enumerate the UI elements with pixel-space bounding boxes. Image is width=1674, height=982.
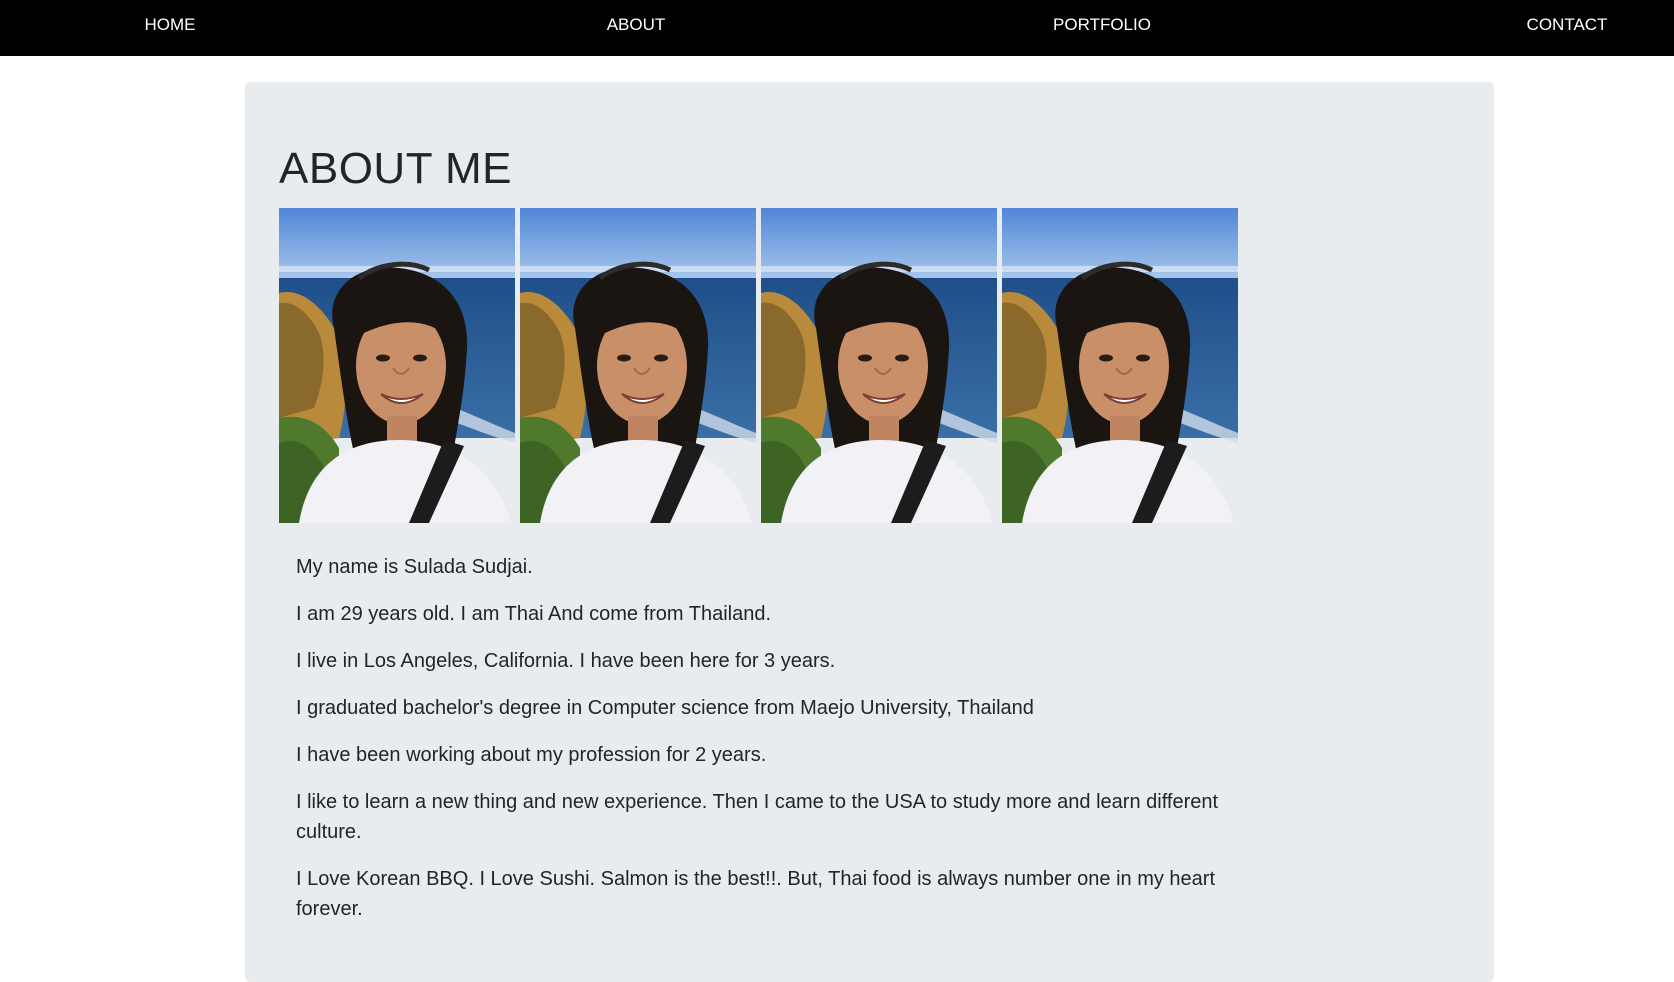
nav-link-home[interactable]: HOME <box>145 0 196 50</box>
profile-photo <box>520 208 756 523</box>
bio-text: My name is Sulada Sudjai. I am 29 years … <box>296 552 1246 941</box>
bio-paragraph: I have been working about my profession … <box>296 744 767 766</box>
nav-link-portfolio[interactable]: PORTFOLIO <box>1053 0 1151 50</box>
about-panel: ABOUT ME My name is Sulada Sudjai. I am … <box>245 82 1494 982</box>
bio-paragraph: My name is Sulada Sudjai. <box>296 556 533 578</box>
bio-paragraph: I like to learn a new thing and new expe… <box>296 791 1219 843</box>
top-navbar: HOME ABOUT PORTFOLIO CONTACT <box>0 0 1674 56</box>
profile-photo <box>761 208 997 523</box>
page-title: ABOUT ME <box>279 144 513 193</box>
bio-paragraph: I live in Los Angeles, California. I hav… <box>296 650 836 672</box>
nav-link-contact[interactable]: CONTACT <box>1527 0 1608 50</box>
nav-link-about[interactable]: ABOUT <box>607 0 666 50</box>
profile-photo <box>1002 208 1238 523</box>
bio-paragraph: I am 29 years old. I am Thai And come fr… <box>296 603 772 625</box>
bio-paragraph: I Love Korean BBQ. I Love Sushi. Salmon … <box>296 868 1216 920</box>
profile-photo <box>279 208 515 523</box>
bio-paragraph: I graduated bachelor's degree in Compute… <box>296 697 1034 719</box>
